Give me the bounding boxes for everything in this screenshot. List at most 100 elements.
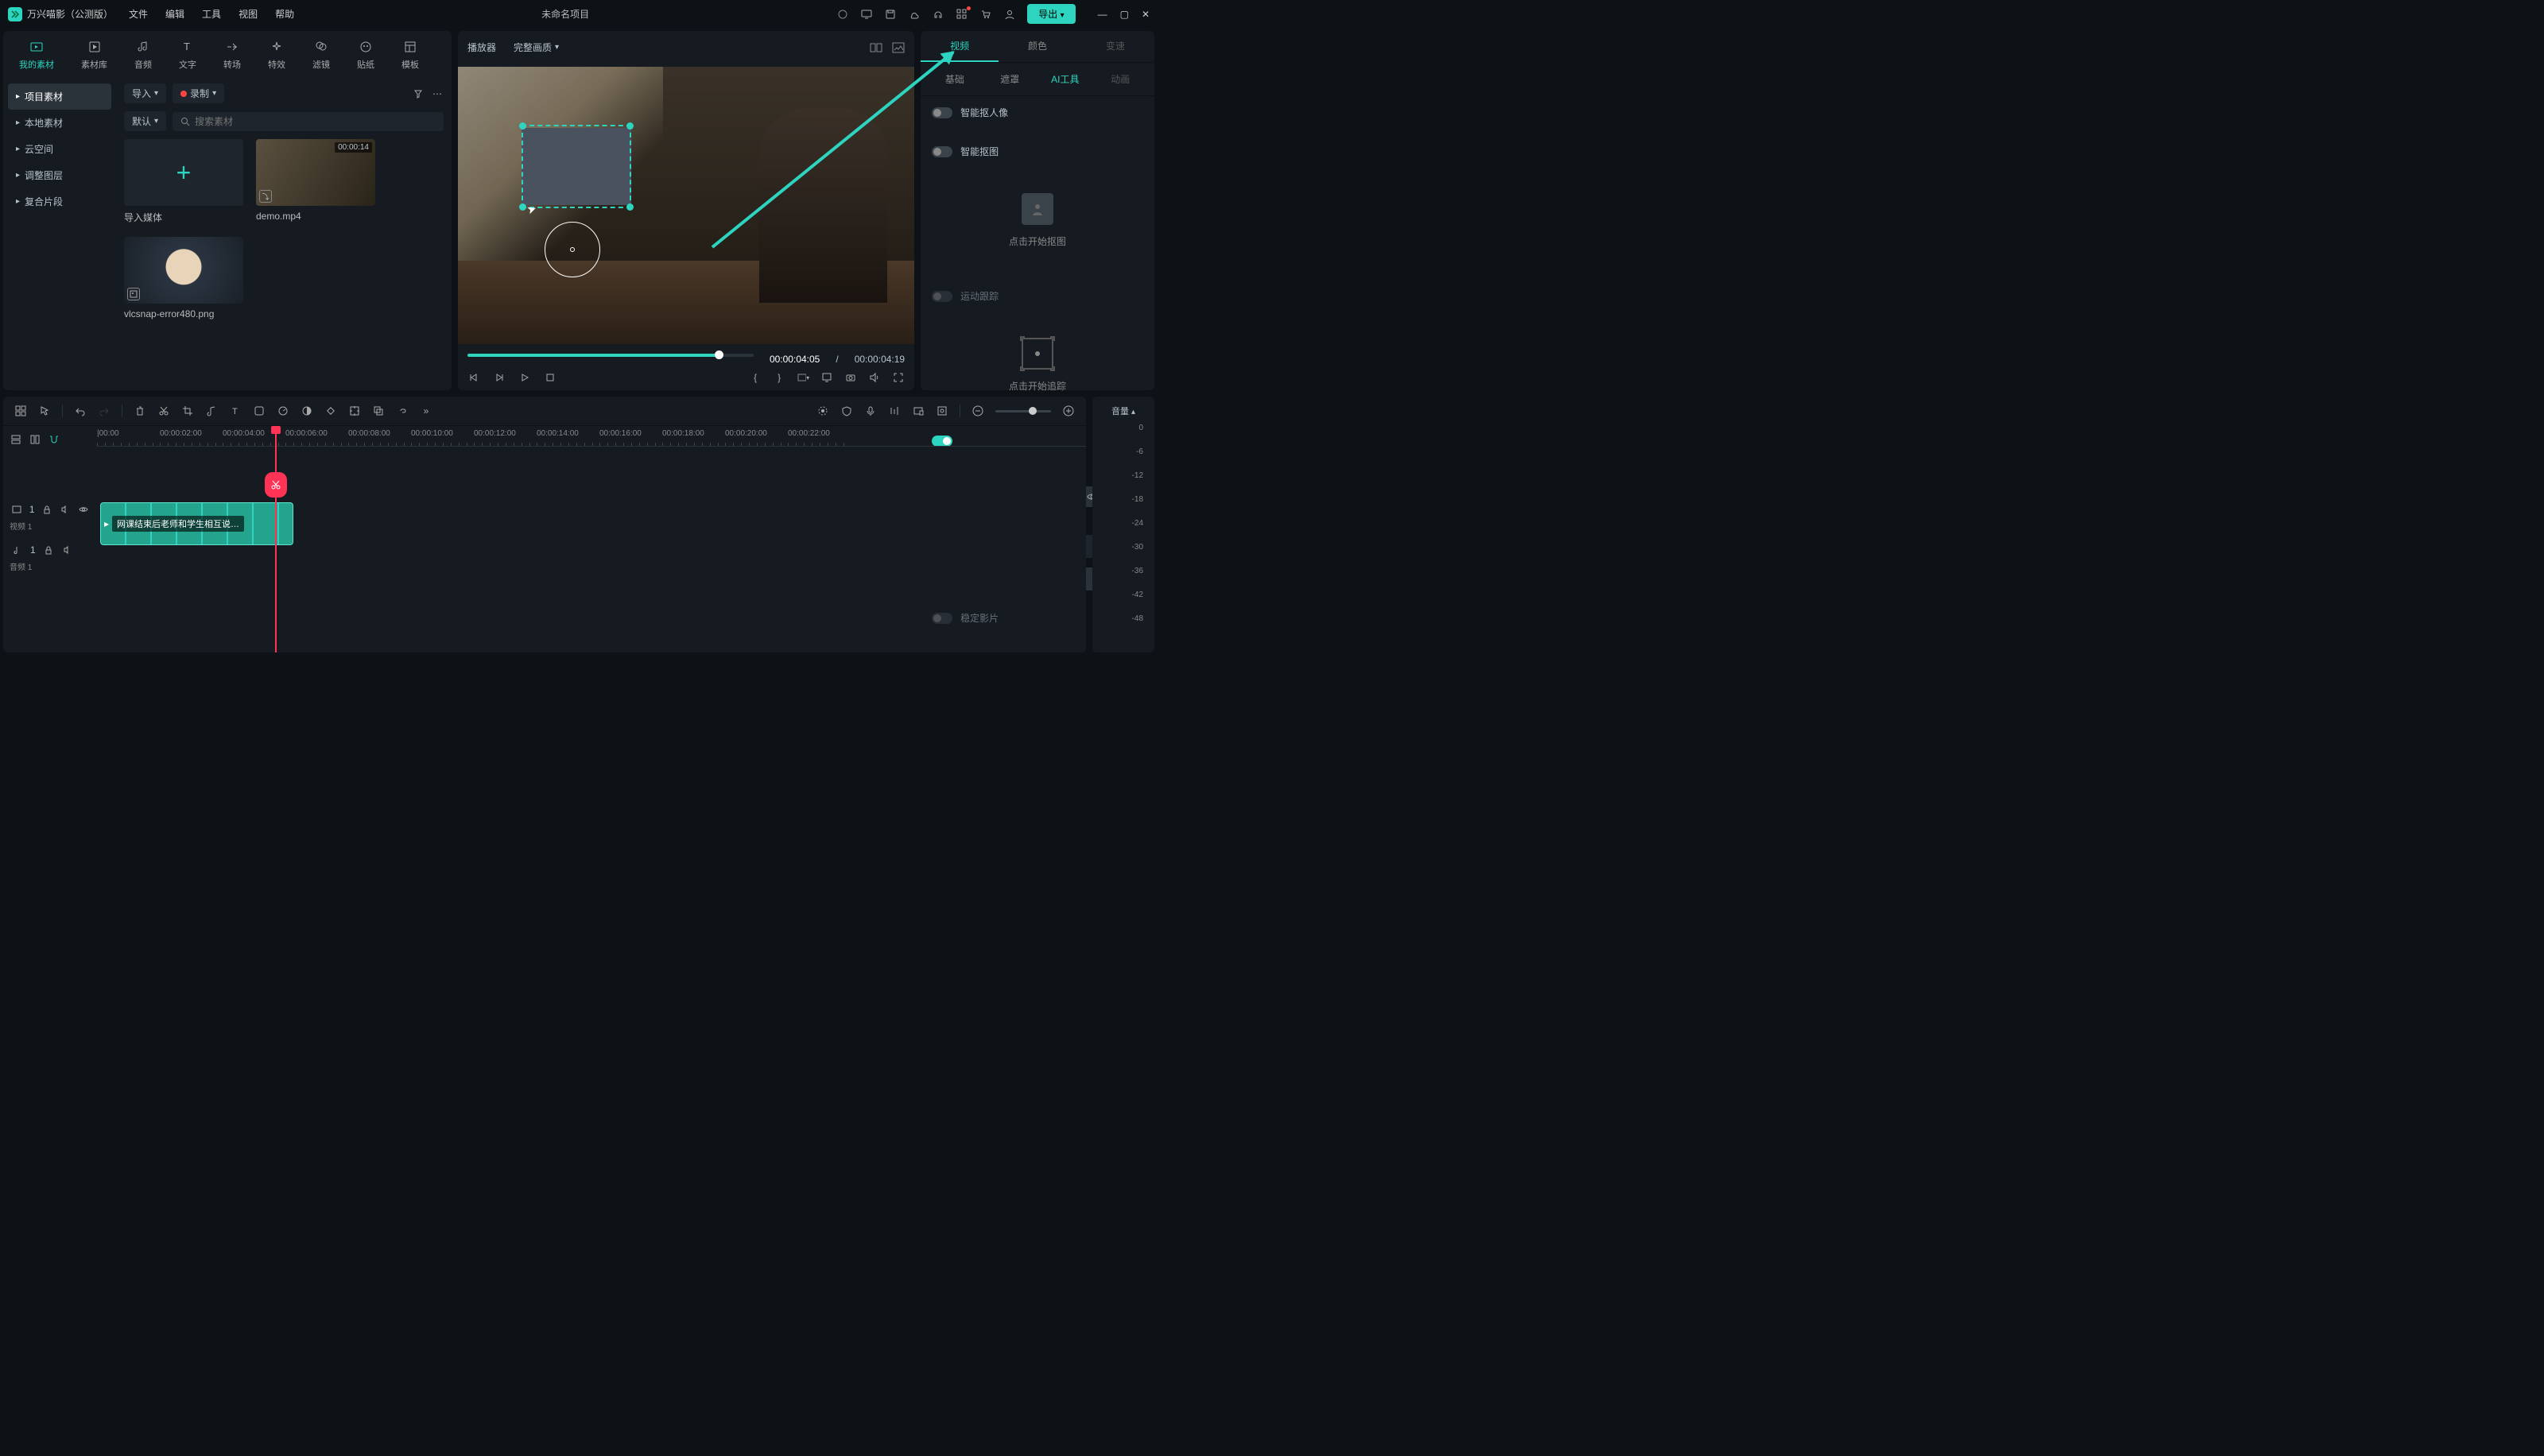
undo-icon[interactable]: [74, 405, 87, 417]
monitor-icon[interactable]: [860, 8, 873, 21]
speed-icon[interactable]: [277, 405, 289, 417]
subtab-mask[interactable]: 遮罩: [984, 66, 1036, 92]
prev-frame-button[interactable]: [467, 371, 480, 384]
save-icon[interactable]: [884, 8, 897, 21]
menu-file[interactable]: 文件: [129, 7, 148, 21]
sidebar-item-local[interactable]: ▸本地素材: [8, 110, 111, 136]
tab-effects[interactable]: 特效: [260, 36, 293, 74]
menu-tools[interactable]: 工具: [202, 7, 221, 21]
picture-icon[interactable]: [892, 41, 905, 54]
search-input[interactable]: [173, 112, 444, 131]
tab-speed[interactable]: 变速: [1076, 31, 1154, 62]
crop-icon[interactable]: [181, 405, 194, 417]
record-hollow-icon[interactable]: [836, 8, 849, 21]
subtab-animation[interactable]: 动画: [1095, 66, 1146, 92]
video-track-header[interactable]: 1 视频 1: [8, 496, 92, 536]
color-icon[interactable]: [301, 405, 313, 417]
selection-handle[interactable]: [519, 122, 526, 130]
layout-icon[interactable]: [14, 405, 27, 417]
eye-icon[interactable]: [77, 503, 89, 516]
zoom-in-button[interactable]: [1062, 405, 1075, 417]
media-item-video[interactable]: 00:00:14 ⤵ demo.mp4: [256, 139, 375, 224]
filter-settings-icon[interactable]: [412, 87, 425, 100]
cloud-icon[interactable]: [908, 8, 921, 21]
close-button[interactable]: ✕: [1142, 9, 1150, 20]
play-button[interactable]: [518, 371, 531, 384]
mute-icon[interactable]: [61, 544, 74, 556]
mark-in-icon[interactable]: {: [749, 371, 762, 384]
lock-icon[interactable]: [42, 544, 55, 556]
display-icon[interactable]: [820, 371, 833, 384]
subtab-ai-tools[interactable]: AI工具: [1039, 66, 1091, 92]
stop-button[interactable]: [544, 371, 556, 384]
tab-text[interactable]: T文字: [171, 36, 204, 74]
fullscreen-icon[interactable]: [892, 371, 905, 384]
audio-mixer-icon[interactable]: [888, 405, 901, 417]
keyframe-icon[interactable]: [324, 405, 337, 417]
track-options-icon[interactable]: [10, 433, 22, 446]
smart-cutout-toggle[interactable]: [932, 146, 952, 157]
video-clip[interactable]: ▸ 网课结束后老师和学生相互说…: [100, 502, 293, 545]
apps-icon[interactable]: [956, 8, 968, 21]
smart-portrait-toggle[interactable]: [932, 107, 952, 118]
sort-dropdown[interactable]: 默认▾: [124, 111, 166, 131]
tab-my-media[interactable]: 我的素材: [11, 36, 62, 74]
subtab-basic[interactable]: 基础: [929, 66, 980, 92]
media-item-image[interactable]: vlcsnap-error480.png: [124, 237, 243, 319]
timeline-ruler[interactable]: |00:0000:00:02:0000:00:04:0000:00:06:000…: [97, 426, 1086, 447]
magnet-icon[interactable]: [48, 433, 60, 446]
import-media-tile[interactable]: + 导入媒体: [124, 139, 243, 224]
tab-audio[interactable]: 音频: [126, 36, 160, 74]
tab-filters[interactable]: 滤镜: [304, 36, 338, 74]
sidebar-item-adjust[interactable]: ▸调整图层: [8, 162, 111, 188]
menu-edit[interactable]: 编辑: [165, 7, 184, 21]
sidebar-item-project[interactable]: ▸项目素材: [8, 83, 111, 110]
marker-icon[interactable]: [936, 405, 948, 417]
pointer-icon[interactable]: [38, 405, 51, 417]
player-progress-bar[interactable]: [467, 354, 754, 357]
menu-help[interactable]: 帮助: [275, 7, 294, 21]
track-link-icon[interactable]: [29, 433, 41, 446]
mute-icon[interactable]: [59, 503, 71, 516]
mic-icon[interactable]: [864, 405, 877, 417]
tab-video[interactable]: 视频: [921, 31, 999, 62]
redo-icon[interactable]: [98, 405, 111, 417]
timeline-tracks[interactable]: |00:0000:00:02:0000:00:04:0000:00:06:000…: [97, 426, 1086, 652]
menu-view[interactable]: 视图: [238, 7, 258, 21]
ratio-dropdown[interactable]: ▾: [797, 371, 809, 384]
delete-icon[interactable]: [134, 405, 146, 417]
cart-icon[interactable]: [979, 8, 992, 21]
cutout-placeholder[interactable]: 点击开始抠图: [932, 174, 1143, 267]
text-tool-icon[interactable]: T: [229, 405, 242, 417]
more-tools-icon[interactable]: »: [420, 405, 432, 417]
volume-icon[interactable]: [868, 371, 881, 384]
tab-color[interactable]: 颜色: [999, 31, 1076, 62]
zoom-slider[interactable]: [995, 410, 1051, 412]
mask-tool-icon[interactable]: [253, 405, 266, 417]
group-icon[interactable]: [372, 405, 385, 417]
target-icon[interactable]: [348, 405, 361, 417]
export-button[interactable]: 导出 ▾: [1027, 4, 1075, 24]
lock-icon[interactable]: [41, 503, 53, 516]
tracking-selection-box[interactable]: [522, 125, 631, 208]
sidebar-item-cloud[interactable]: ▸云空间: [8, 136, 111, 162]
mark-out-icon[interactable]: }: [773, 371, 785, 384]
next-frame-button[interactable]: [493, 371, 506, 384]
scissors-badge[interactable]: [265, 472, 287, 498]
minimize-button[interactable]: —: [1098, 9, 1107, 20]
render-icon[interactable]: [912, 405, 925, 417]
more-icon[interactable]: ⋯: [431, 87, 444, 100]
maximize-button[interactable]: ▢: [1120, 9, 1129, 20]
audio-track-header[interactable]: 1 音频 1: [8, 536, 92, 577]
add-to-timeline-icon[interactable]: ⤵: [259, 190, 272, 203]
shield-icon[interactable]: [840, 405, 853, 417]
snapshot-icon[interactable]: [844, 371, 857, 384]
playhead[interactable]: [275, 426, 277, 652]
sidebar-item-compound[interactable]: ▸复合片段: [8, 188, 111, 215]
cut-icon[interactable]: [157, 405, 170, 417]
import-dropdown[interactable]: 导入▾: [124, 83, 166, 103]
auto-adjust-icon[interactable]: [816, 405, 829, 417]
tab-stock[interactable]: 素材库: [73, 36, 115, 74]
tab-templates[interactable]: 模板: [394, 36, 427, 74]
audio-edit-icon[interactable]: [205, 405, 218, 417]
